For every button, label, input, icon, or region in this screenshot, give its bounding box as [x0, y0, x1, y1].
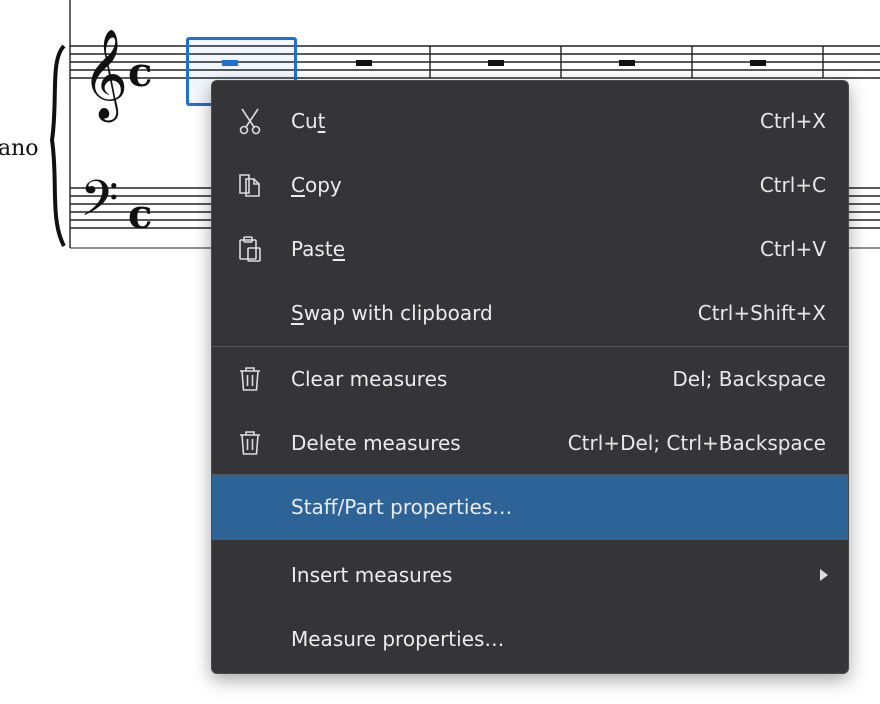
paste-icon [239, 236, 261, 262]
copy-icon [239, 174, 260, 197]
rest-5 [750, 60, 766, 66]
menu-separator [212, 539, 848, 540]
menu-item-copy[interactable]: Copy Ctrl+C [212, 153, 848, 217]
treble-clef: 𝄞 [82, 29, 128, 123]
menu-item-label: Delete measures [291, 431, 461, 455]
menu-item-label: Paste [291, 237, 345, 261]
trash-icon [240, 431, 260, 455]
menu-item-swap-with-clipboard[interactable]: Swap with clipboard Ctrl+Shift+X [212, 281, 848, 345]
menu-item-staff-part-properties[interactable]: Staff/Part properties… [212, 475, 848, 539]
submenu-arrow-icon [820, 569, 828, 581]
menu-item-label: Copy [291, 173, 342, 197]
rest-3 [488, 60, 504, 66]
scissors-icon [239, 108, 261, 135]
menu-item-label: Measure properties… [291, 627, 505, 651]
menu-item-clear-measures[interactable]: Clear measures Del; Backspace [212, 347, 848, 411]
menu-item-label: Insert measures [291, 563, 453, 587]
menu-item-label: Staff/Part properties… [291, 495, 513, 519]
rest-2 [356, 60, 372, 66]
menu-item-shortcut: Ctrl+C [759, 173, 826, 197]
bass-clef: 𝄢 [80, 170, 119, 240]
menu-item-shortcut: Ctrl+Del; Ctrl+Backspace [567, 431, 826, 455]
time-sig-bass: c [128, 191, 152, 238]
menu-item-shortcut: Ctrl+X [759, 109, 826, 133]
rest-4 [619, 60, 635, 66]
brace [49, 44, 66, 247]
menu-item-shortcut: Ctrl+V [759, 237, 826, 261]
menu-item-label: Swap with clipboard [291, 301, 493, 325]
menu-item-delete-measures[interactable]: Delete measures Ctrl+Del; Ctrl+Backspace [212, 411, 848, 475]
menu-item-label: Clear measures [291, 367, 448, 391]
instrument-label: ano [0, 136, 39, 161]
menu-item-measure-properties[interactable]: Measure properties… [212, 607, 848, 671]
menu-item-shortcut: Ctrl+Shift+X [697, 301, 826, 325]
trash-icon [240, 367, 260, 391]
menu-item-insert-measures[interactable]: Insert measures [212, 543, 848, 607]
context-menu: Cut Ctrl+X Copy Ctrl+C Paste Ctrl+V Swap… [211, 80, 849, 674]
menu-item-shortcut: Del; Backspace [672, 367, 826, 391]
menu-item-label: Cut [291, 109, 326, 133]
menu-item-cut[interactable]: Cut Ctrl+X [212, 89, 848, 153]
time-sig-treble: c [128, 49, 152, 96]
menu-item-paste[interactable]: Paste Ctrl+V [212, 217, 848, 281]
